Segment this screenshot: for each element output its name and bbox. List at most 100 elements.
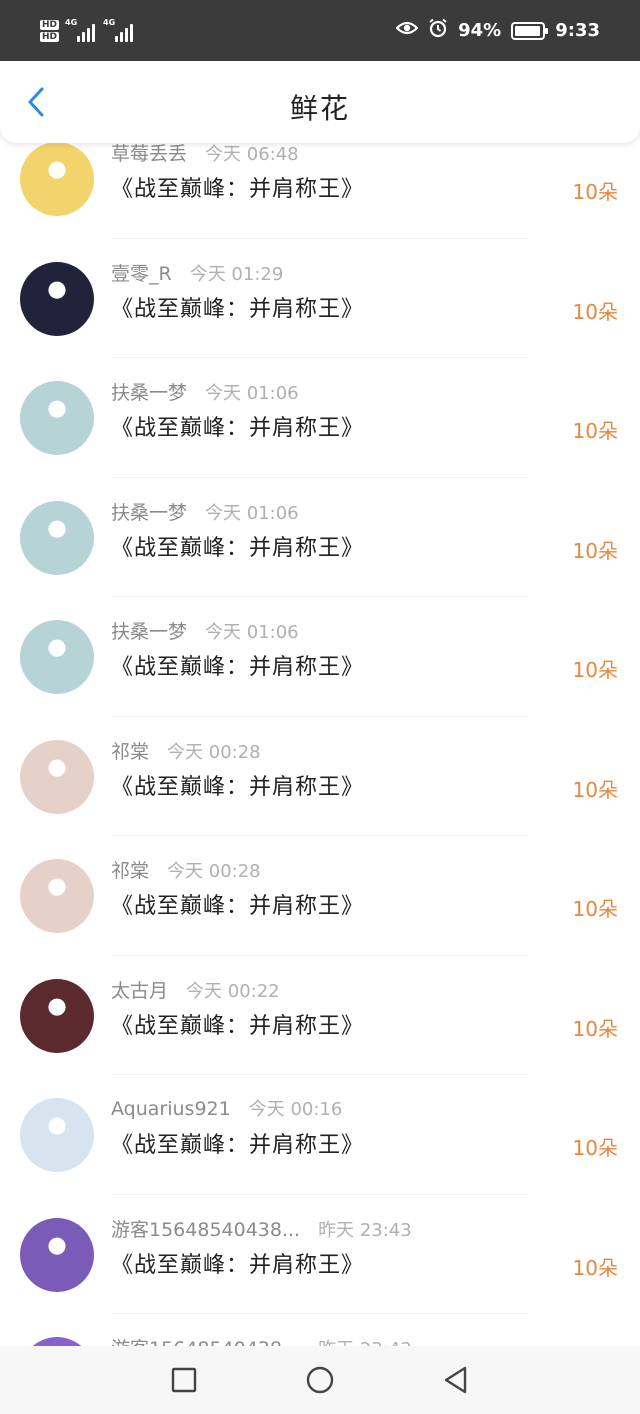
- user-name[interactable]: 扶桑一梦: [111, 498, 187, 525]
- avatar[interactable]: [20, 261, 94, 336]
- gift-meta: 祁棠 今天 00:28: [111, 737, 261, 764]
- gift-meta: Aquarius921 今天 00:16: [111, 1095, 342, 1121]
- hd2-badge: HD: [40, 31, 60, 42]
- flower-gift-list-inner: 草莓丢丢 今天 06:48 《战至巅峰：并肩称王》 10朵 壹零_R 今天 01…: [0, 143, 640, 1346]
- avatar[interactable]: [20, 381, 94, 455]
- list-item[interactable]: 祁棠 今天 00:28 《战至巅峰：并肩称王》 10朵: [0, 717, 640, 836]
- list-item[interactable]: 扶桑一梦 今天 01:06 《战至巅峰：并肩称王》 10朵: [0, 478, 640, 597]
- gift-time: 今天 06:48: [205, 144, 299, 165]
- home-circle-icon: [306, 1366, 334, 1394]
- user-name[interactable]: 太古月: [111, 976, 168, 1003]
- list-item[interactable]: 游客15648540438... 昨天 23:43 《战至巅峰：并肩称王》 10…: [0, 1314, 640, 1346]
- gift-meta: 扶桑一梦 今天 01:06: [111, 617, 299, 644]
- gift-time: 昨天 23:43: [318, 1335, 412, 1346]
- gift-meta: 祁棠 今天 00:28: [111, 856, 261, 883]
- list-item[interactable]: 太古月 今天 00:22 《战至巅峰：并肩称王》 10朵: [0, 956, 640, 1075]
- alarm-icon: [428, 18, 448, 43]
- book-title[interactable]: 《战至巅峰：并肩称王》: [111, 171, 364, 203]
- gift-meta: 游客15648540438... 昨天 23:43: [111, 1215, 412, 1242]
- list-item[interactable]: Aquarius921 今天 00:16 《战至巅峰：并肩称王》 10朵: [0, 1075, 640, 1195]
- flower-count: 10朵: [572, 419, 618, 443]
- avatar[interactable]: [20, 500, 94, 575]
- flower-count: 10朵: [572, 180, 618, 204]
- flower-count: 10朵: [572, 897, 618, 921]
- clock: 9:33: [555, 20, 600, 41]
- gift-meta: 草莓丢丢 今天 06:48: [111, 143, 299, 166]
- gift-time: 今天 00:28: [167, 861, 261, 882]
- user-name[interactable]: 游客15648540438...: [111, 1215, 300, 1242]
- list-item[interactable]: 草莓丢丢 今天 06:48 《战至巅峰：并肩称王》 10朵: [0, 143, 640, 239]
- signal-1-icon: 4G: [65, 17, 97, 42]
- gift-time: 今天 01:06: [205, 622, 299, 643]
- app-root: HD HD 4G 4G 94% 9:33 鲜花 草莓丢丢 今天 06:48 《战…: [0, 0, 640, 1414]
- signal-2-label: 4G: [103, 17, 116, 27]
- gift-time: 今天 00:16: [248, 1099, 343, 1120]
- book-title[interactable]: 《战至巅峰：并肩称王》: [111, 291, 364, 323]
- eye-icon: [395, 20, 419, 41]
- user-name[interactable]: 壹零_R: [111, 259, 172, 286]
- user-name[interactable]: 游客15648540438...: [111, 1334, 300, 1346]
- list-item[interactable]: 游客15648540438... 昨天 23:43 《战至巅峰：并肩称王》 10…: [0, 1195, 640, 1314]
- user-name[interactable]: 祁棠: [111, 737, 149, 764]
- user-name[interactable]: 扶桑一梦: [111, 378, 187, 405]
- home-button[interactable]: [252, 1346, 388, 1414]
- system-nav-bar: [0, 1346, 640, 1414]
- avatar[interactable]: [20, 1337, 94, 1346]
- status-left: HD HD 4G 4G: [40, 17, 135, 42]
- book-title[interactable]: 《战至巅峰：并肩称王》: [111, 769, 364, 801]
- signal-2-icon: 4G: [103, 17, 135, 42]
- back-triangle-icon: [444, 1366, 467, 1394]
- flower-count: 10朵: [572, 658, 618, 682]
- battery-percent: 94%: [458, 20, 502, 41]
- list-item[interactable]: 扶桑一梦 今天 01:06 《战至巅峰：并肩称王》 10朵: [0, 358, 640, 478]
- gift-meta: 游客15648540438... 昨天 23:43: [111, 1334, 412, 1346]
- gift-time: 今天 00:28: [167, 741, 261, 763]
- book-title[interactable]: 《战至巅峰：并肩称王》: [111, 530, 364, 562]
- list-item[interactable]: 祁棠 今天 00:28 《战至巅峰：并肩称王》 10朵: [0, 836, 640, 956]
- gift-time: 今天 01:06: [205, 502, 299, 524]
- gift-meta: 扶桑一梦 今天 01:06: [111, 498, 299, 525]
- avatar[interactable]: [20, 1217, 94, 1292]
- recents-button[interactable]: [116, 1346, 252, 1414]
- page-title: 鲜花: [289, 92, 350, 125]
- avatar[interactable]: [20, 978, 94, 1053]
- avatar[interactable]: [20, 859, 94, 933]
- gift-meta: 扶桑一梦 今天 01:06: [111, 378, 299, 405]
- gift-meta: 壹零_R 今天 01:29: [111, 259, 283, 286]
- flower-count: 10朵: [572, 538, 618, 563]
- recents-square-icon: [171, 1367, 197, 1393]
- avatar[interactable]: [20, 739, 94, 814]
- book-title[interactable]: 《战至巅峰：并肩称王》: [111, 410, 364, 442]
- flower-count: 10朵: [572, 299, 618, 324]
- user-name[interactable]: 扶桑一梦: [111, 617, 187, 644]
- flower-count: 10朵: [572, 1016, 618, 1041]
- status-right: 94% 9:33: [395, 18, 600, 43]
- book-title[interactable]: 《战至巅峰：并肩称王》: [111, 1127, 364, 1159]
- book-title[interactable]: 《战至巅峰：并肩称王》: [111, 1247, 364, 1279]
- gift-time: 今天 01:06: [205, 383, 299, 404]
- battery-icon: [511, 21, 549, 40]
- status-bar: HD HD 4G 4G 94% 9:33: [0, 0, 640, 61]
- avatar[interactable]: [20, 620, 94, 694]
- book-title[interactable]: 《战至巅峰：并肩称王》: [111, 1008, 364, 1040]
- flower-gift-list[interactable]: 草莓丢丢 今天 06:48 《战至巅峰：并肩称王》 10朵 壹零_R 今天 01…: [0, 143, 640, 1346]
- book-title[interactable]: 《战至巅峰：并肩称王》: [111, 888, 364, 920]
- signal-1-label: 4G: [65, 17, 78, 27]
- avatar[interactable]: [20, 1098, 94, 1172]
- book-title[interactable]: 《战至巅峰：并肩称王》: [111, 649, 364, 681]
- gift-time: 昨天 23:43: [318, 1219, 412, 1241]
- user-name[interactable]: Aquarius921: [111, 1098, 231, 1120]
- back-nav-button[interactable]: [388, 1346, 524, 1414]
- list-item[interactable]: 扶桑一梦 今天 01:06 《战至巅峰：并肩称王》 10朵: [0, 597, 640, 717]
- user-name[interactable]: 草莓丢丢: [111, 143, 187, 166]
- user-name[interactable]: 祁棠: [111, 856, 149, 883]
- hd-indicators: HD HD: [40, 19, 60, 42]
- flower-count: 10朵: [572, 1136, 618, 1160]
- app-header: 鲜花: [0, 61, 640, 143]
- gift-time: 今天 00:22: [186, 980, 280, 1002]
- avatar[interactable]: [20, 143, 94, 216]
- list-item[interactable]: 壹零_R 今天 01:29 《战至巅峰：并肩称王》 10朵: [0, 239, 640, 358]
- gift-meta: 太古月 今天 00:22: [111, 976, 280, 1003]
- flower-count: 10朵: [572, 1255, 618, 1280]
- hd1-badge: HD: [40, 19, 60, 30]
